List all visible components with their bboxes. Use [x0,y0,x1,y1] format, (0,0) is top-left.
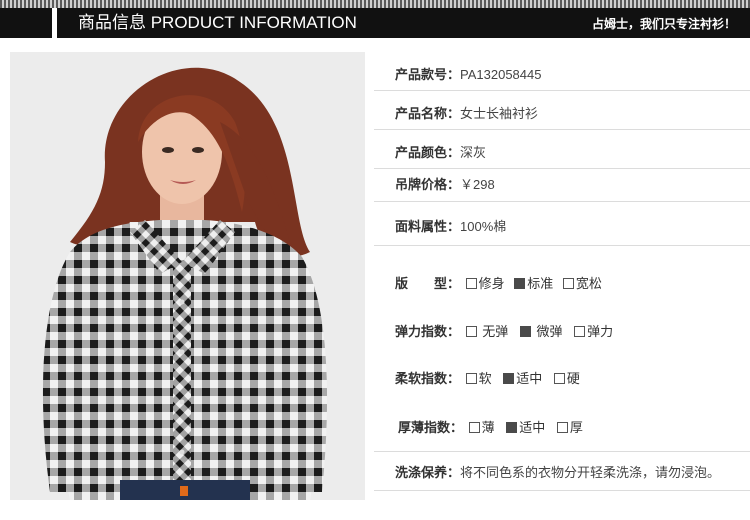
option-label: 适中 [516,371,543,386]
option-label: 厚 [569,420,583,435]
divider [374,129,750,130]
section-title: 商品信息 PRODUCT INFORMATION [78,13,357,32]
header-accent-bar [52,8,57,38]
checkbox-icon [574,326,586,337]
spec-color: 产品颜色：深灰 [374,145,750,161]
divider [374,168,750,169]
header-pattern-strip [0,0,750,8]
spec-care: 洗涤保养：将不同色系的衣物分开轻柔洗涤，请勿浸泡。 [374,465,750,481]
divider [374,201,750,202]
spec-label: 产品款号： [395,67,461,82]
spec-thickness: 厚薄指数： 薄 适中 厚 [374,420,750,436]
option-label: 弹力 [587,324,614,339]
option-label: 修身 [478,276,505,291]
spec-label: 吊牌价格： [395,177,461,192]
spec-label: 面料属性： [395,219,461,234]
elasticity-option-stretch[interactable]: 弹力 [574,324,613,340]
checkbox-checked-icon [506,422,518,433]
spec-value: PA132058445 [460,67,542,82]
spec-label: 洗涤保养： [395,465,461,480]
spec-style-no: 产品款号：PA132058445 [374,67,750,83]
option-label: 无弹 [482,324,509,339]
softness-option-hard[interactable]: 硬 [553,371,580,387]
spec-fit: 版 型： 修身 标准 宽松 [374,276,750,292]
fit-option-standard[interactable]: 标准 [514,276,553,292]
price-value: ￥298 [460,177,495,192]
plaid-shirt-model-icon [42,67,328,500]
thickness-option-thin[interactable]: 薄 [468,420,495,436]
thickness-option-thick[interactable]: 厚 [556,420,583,436]
checkbox-icon [465,373,477,384]
elasticity-option-slight[interactable]: 微弹 [519,324,563,340]
divider [374,90,750,91]
spec-value: 100%棉 [460,219,507,234]
checkbox-icon [465,326,477,337]
checkbox-icon [465,278,477,289]
divider [374,490,750,491]
brand-slogan: 占姆士，我们只专注衬衫！ [591,17,736,31]
softness-option-soft[interactable]: 软 [465,371,492,387]
option-label: 宽松 [575,276,602,291]
thickness-option-medium[interactable]: 适中 [506,420,545,436]
spec-elasticity: 弹力指数： 无弹 微弹 弹力 [374,324,750,340]
fit-option-slim[interactable]: 修身 [465,276,505,292]
softness-option-medium[interactable]: 适中 [503,371,542,387]
spec-value: 深灰 [460,145,487,160]
spec-name: 产品名称：女士长袖衬衫 [374,106,750,122]
option-label: 硬 [566,371,580,386]
divider [374,245,750,246]
elasticity-option-none[interactable]: 无弹 [465,324,509,340]
spec-label: 厚薄指数： [398,420,464,435]
checkbox-icon [562,278,574,289]
spec-label: 产品名称： [395,106,461,121]
option-label: 标准 [527,276,554,291]
spec-label: 柔软指数： [395,371,461,386]
divider [374,451,750,452]
checkbox-icon [556,422,568,433]
checkbox-icon [553,373,565,384]
fit-option-loose[interactable]: 宽松 [562,276,602,292]
checkbox-checked-icon [519,326,531,337]
option-label: 软 [478,371,492,386]
checkbox-checked-icon [514,278,526,289]
option-label: 微弹 [536,324,563,339]
spec-price: 吊牌价格：￥298 [374,177,750,193]
spec-value: 将不同色系的衣物分开轻柔洗涤，请勿浸泡。 [460,465,721,480]
spec-softness: 柔软指数： 软 适中 硬 [374,371,750,387]
option-label: 薄 [481,420,495,435]
option-label: 适中 [519,420,546,435]
section-header: 商品信息 PRODUCT INFORMATION 占姆士，我们只专注衬衫！ [0,8,750,38]
spec-fabric: 面料属性：100%棉 [374,219,750,235]
spec-label: 弹力指数： [395,324,461,339]
checkbox-checked-icon [503,373,515,384]
spec-value: 女士长袖衬衫 [460,106,539,121]
product-photo [10,52,365,500]
spec-label: 产品颜色： [395,145,461,160]
checkbox-icon [468,422,480,433]
spec-label: 版 型： [395,276,461,291]
